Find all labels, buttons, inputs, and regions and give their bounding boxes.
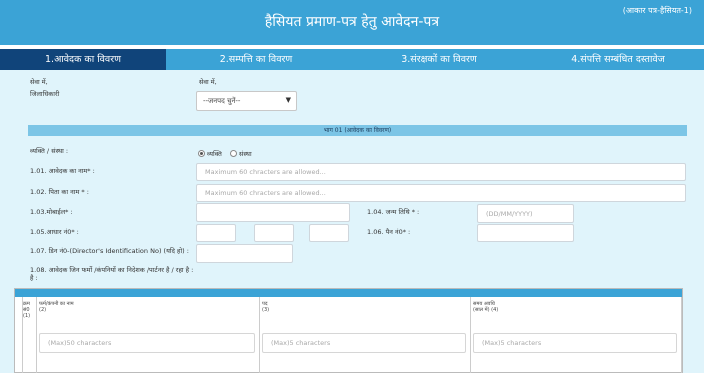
radio-individual[interactable] [198, 150, 205, 157]
tab-property-documents[interactable]: 4.संपत्ति सम्बंधित दस्तावेज [532, 49, 704, 70]
applicant-name-label: 1.01. आवेदक का नाम* : [30, 167, 95, 175]
applicant-name-input[interactable]: Maximum 60 chracters are allowed... [196, 163, 686, 181]
tab-property-details[interactable]: 2.सम्पत्ति का विवरण [166, 49, 346, 70]
table-col-divider [259, 297, 260, 373]
father-name-input[interactable]: Maximum 60 chracters are allowed... [196, 184, 686, 202]
applicant-type-label: व्यक्ति / संस्था : [30, 147, 69, 155]
dob-input[interactable]: (DD/MM/YYYY) [477, 204, 574, 223]
tab-guardian-details[interactable]: 3.संरक्षकों का विवरण [346, 49, 532, 70]
aadhaar-label: 1.05.आधार नं0* : [30, 228, 79, 236]
table-col-divider [470, 297, 471, 373]
district-select-value: --जनपद चुनें-- [203, 97, 241, 105]
to-label: सेवा में, [30, 78, 48, 86]
companies-label: 1.08. आवेदक जिन फर्मो /कंपनियों का निदेश… [30, 266, 194, 274]
radio-institution-label: संस्था [239, 150, 252, 158]
radio-institution[interactable] [230, 150, 237, 157]
table-col-divider [36, 297, 37, 373]
aadhaar-input-part-3[interactable] [309, 224, 349, 242]
table-col-divider [681, 297, 682, 373]
page-header: हैसियत प्रमाण-पत्र हेतु आवेदन-पत्र (आकार… [0, 0, 704, 45]
tab-applicant-details[interactable]: 1.आवेदक का विवरण [0, 49, 166, 70]
col-header-company: फर्म/कंपनी का नाम (2) [39, 301, 74, 313]
to-value: जिलाधिकारी [30, 90, 60, 98]
form-code: (आकार पत्र-हैसियत-1) [622, 6, 692, 15]
duration-input[interactable]: (Max)5 characters [473, 333, 677, 353]
district-to-label: सेवा में, [199, 78, 217, 86]
col-header-serial: क्रम सं0 (1) [23, 301, 31, 319]
mobile-input[interactable] [196, 203, 350, 222]
companies-table: क्रम सं0 (1) फर्म/कंपनी का नाम (2) पद (3… [14, 288, 683, 373]
page-title: हैसियत प्रमाण-पत्र हेतु आवेदन-पत्र [264, 14, 440, 30]
col-header-duration: समय अवधि (साल में) (4) [473, 301, 499, 313]
aadhaar-input-part-2[interactable] [254, 224, 294, 242]
din-input[interactable] [196, 244, 293, 263]
pan-label: 1.06. पैन नं0* : [367, 228, 411, 236]
table-header-bar [15, 289, 682, 297]
section-title: भाग 01 (आवेदक का विवरण) [28, 125, 687, 136]
father-name-label: 1.02. पिता का नाम * : [30, 188, 89, 196]
radio-individual-label: व्यक्ति [207, 150, 222, 158]
chevron-down-icon: ▼ [285, 96, 291, 104]
companies-label-cont: है : [30, 274, 38, 282]
designation-input[interactable]: (Max)5 characters [262, 333, 466, 353]
district-select[interactable]: --जनपद चुनें-- ▼ [196, 91, 297, 111]
mobile-label: 1.03.मोबाईल* : [30, 208, 73, 216]
pan-input[interactable] [477, 224, 574, 242]
dob-label: 1.04. जन्म तिथि * : [367, 208, 420, 216]
company-name-input[interactable]: (Max)50 characters [39, 333, 255, 353]
col-header-designation: पद (3) [262, 301, 270, 313]
aadhaar-input-part-1[interactable] [196, 224, 236, 242]
din-label: 1.07. डिन नं0-(Director's Identification… [30, 247, 189, 255]
step-tabs: 1.आवेदक का विवरण 2.सम्पत्ति का विवरण 3.स… [0, 49, 704, 70]
